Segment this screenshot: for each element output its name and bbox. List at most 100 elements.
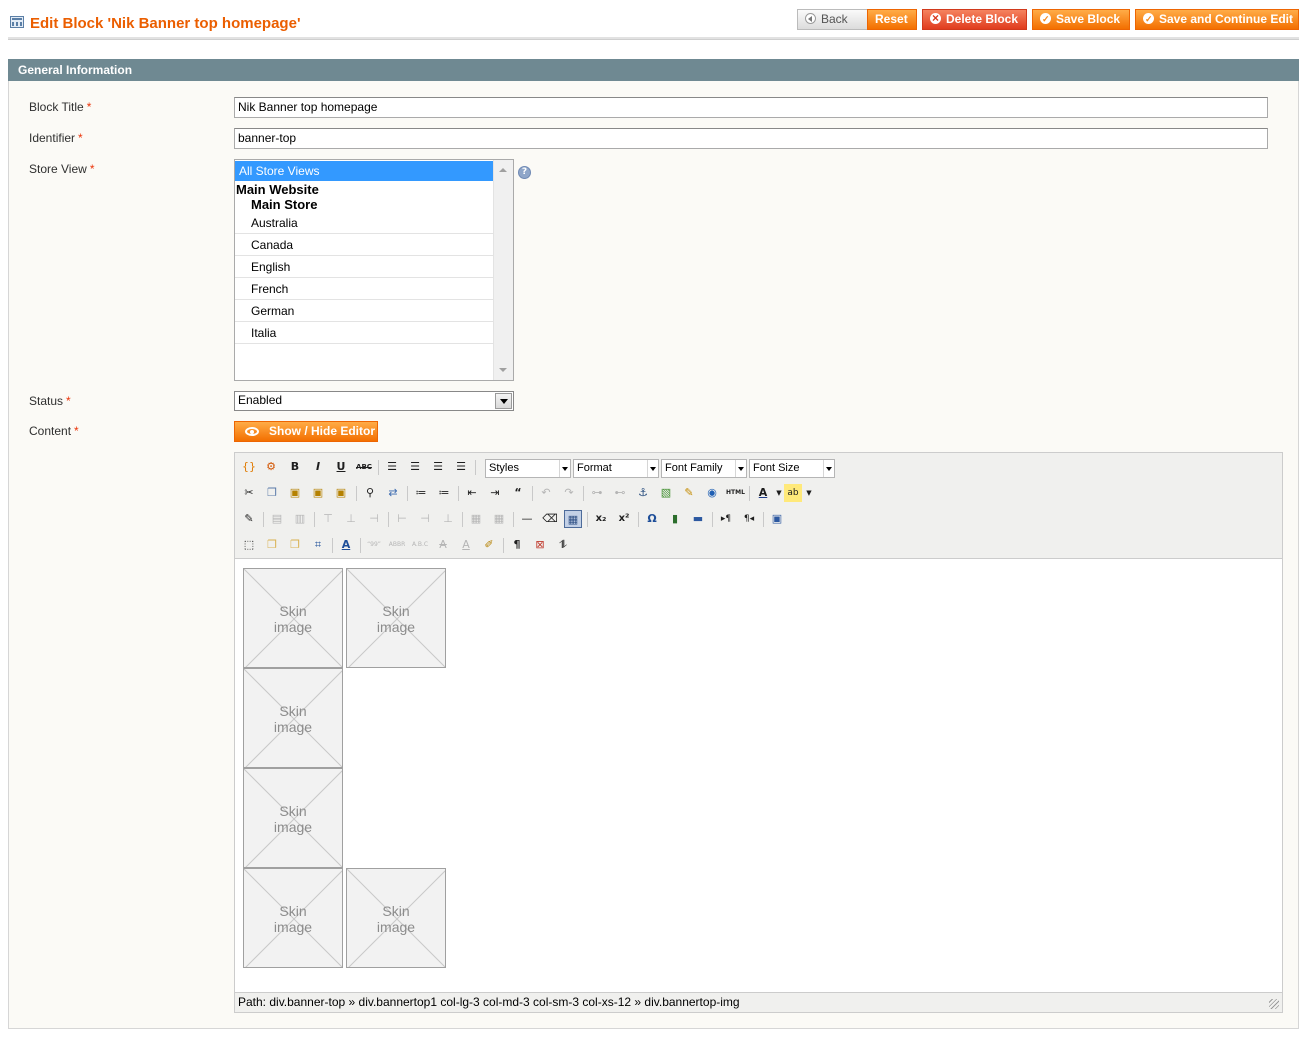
cut-icon[interactable]: ✂ (240, 484, 258, 502)
skin-image-placeholder[interactable]: Skin image (243, 868, 343, 968)
undo-icon[interactable]: ↶ (537, 484, 555, 502)
align-center-icon[interactable]: ☰ (406, 458, 424, 476)
unlink-icon[interactable]: ⊷ (611, 484, 629, 502)
underline-icon[interactable]: U (332, 458, 350, 476)
format-dropdown[interactable]: Format (573, 459, 659, 478)
save-block-button[interactable]: Save Block (1032, 9, 1130, 30)
media-icon[interactable]: ▮ (666, 510, 684, 528)
help-icon[interactable]: ? (518, 166, 531, 179)
resize-grip-icon[interactable] (1269, 999, 1279, 1009)
store-view-option[interactable]: Italia (235, 322, 494, 344)
table-row-props-icon[interactable]: ▤ (268, 510, 286, 528)
save-continue-button[interactable]: Save and Continue Edit (1135, 9, 1299, 30)
scrollbar[interactable] (493, 160, 513, 380)
font-size-dropdown[interactable]: Font Size (749, 459, 835, 478)
insert-row-after-icon[interactable]: ⊥ (342, 510, 360, 528)
element-path[interactable]: Path: div.banner-top » div.bannertop1 co… (238, 995, 740, 1009)
help-circle-icon[interactable]: ◉ (703, 484, 721, 502)
numbered-list-icon[interactable]: ≔ (435, 484, 453, 502)
absolute-position-icon[interactable]: ⌗ (309, 536, 327, 554)
copy-icon[interactable]: ❐ (263, 484, 281, 502)
paste-text-icon[interactable]: ▣ (309, 484, 327, 502)
insert-layer-icon[interactable]: ⬚ (240, 536, 258, 554)
outdent-icon[interactable]: ⇤ (463, 484, 481, 502)
insert-image-icon[interactable]: ▧ (657, 484, 675, 502)
fullscreen-icon[interactable]: ▣ (768, 510, 786, 528)
scroll-down-icon[interactable] (499, 368, 507, 372)
identifier-input[interactable]: banner-top (234, 128, 1268, 149)
bold-icon[interactable]: B (286, 458, 304, 476)
font-family-dropdown[interactable]: Font Family (661, 459, 747, 478)
merge-cells-icon[interactable]: ▦ (490, 510, 508, 528)
store-view-option[interactable]: German (235, 300, 494, 322)
cite-icon[interactable]: “99” (365, 536, 383, 554)
show-blocks-icon[interactable]: ¶ (508, 536, 526, 554)
blockquote-icon[interactable]: “ (509, 484, 527, 502)
italic-icon[interactable]: I (309, 458, 327, 476)
page-break-icon[interactable]: ⥮ (554, 536, 572, 554)
align-right-icon[interactable]: ☰ (429, 458, 447, 476)
attributes-icon[interactable]: ✐ (480, 536, 498, 554)
redo-icon[interactable]: ↷ (560, 484, 578, 502)
anchor-icon[interactable]: ⚓ (634, 484, 652, 502)
block-title-input[interactable]: Nik Banner top homepage (234, 97, 1268, 118)
ltr-icon[interactable]: ▸¶ (717, 510, 735, 528)
horizontal-rule-icon[interactable]: — (518, 510, 536, 528)
skin-image-placeholder[interactable]: Skin image (346, 868, 446, 968)
subscript-icon[interactable]: x₂ (592, 510, 610, 528)
store-view-option-all[interactable]: All Store Views (235, 161, 494, 181)
skin-image-placeholder[interactable]: Skin image (243, 668, 343, 768)
align-justify-icon[interactable]: ☰ (452, 458, 470, 476)
cleanup-icon[interactable]: ✎ (680, 484, 698, 502)
delete-row-icon[interactable]: ⊣ (365, 510, 383, 528)
paste-word-icon[interactable]: ▣ (332, 484, 350, 502)
non-breaking-icon[interactable]: ⊠ (531, 536, 549, 554)
remove-format-icon[interactable]: ⌫ (541, 510, 559, 528)
chevron-down-icon[interactable] (495, 393, 512, 409)
superscript-icon[interactable]: x² (615, 510, 633, 528)
bullet-list-icon[interactable]: ≔ (412, 484, 430, 502)
table-cell-props-icon[interactable]: ▥ (291, 510, 309, 528)
html-source-icon[interactable]: HTML (726, 484, 745, 502)
show-hide-editor-button[interactable]: Show / Hide Editor (234, 421, 378, 442)
acronym-icon[interactable]: A.B.C (411, 536, 429, 554)
store-view-multiselect[interactable]: All Store Views Main Website Main Store … (234, 159, 514, 381)
reset-button[interactable]: Reset (867, 9, 917, 30)
insert-col-before-icon[interactable]: ⊢ (393, 510, 411, 528)
edit-block-icon[interactable]: ✎ (240, 510, 258, 528)
insertion-icon[interactable]: A (457, 536, 475, 554)
move-forward-icon[interactable]: ❐ (263, 536, 281, 554)
abbr-icon[interactable]: ABBR (388, 536, 406, 554)
paste-icon[interactable]: ▣ (286, 484, 304, 502)
store-view-option[interactable]: Canada (235, 234, 494, 256)
insert-col-after-icon[interactable]: ⊣ (416, 510, 434, 528)
insert-variable-icon[interactable]: {} (240, 458, 258, 476)
styles-dropdown[interactable]: Styles (485, 459, 571, 478)
store-view-option[interactable]: French (235, 278, 494, 300)
deletion-icon[interactable]: A (434, 536, 452, 554)
store-view-option[interactable]: Australia (235, 212, 494, 234)
insert-widget-icon[interactable]: ⚙ (262, 458, 280, 476)
rtl-icon[interactable]: ¶◂ (740, 510, 758, 528)
replace-icon[interactable]: ⇄ (384, 484, 402, 502)
visual-aid-icon[interactable]: ▦ (564, 510, 582, 528)
back-button[interactable]: Back (797, 9, 868, 30)
skin-image-placeholder[interactable]: Skin image (243, 768, 343, 868)
style-props-icon[interactable]: A (337, 536, 355, 554)
strikethrough-icon[interactable]: ABC (355, 458, 373, 476)
editor-content-area[interactable]: Skin image Skin image Skin image Skin image … (235, 560, 1282, 992)
special-char-icon[interactable]: Ω (643, 510, 661, 528)
scroll-up-icon[interactable] (499, 168, 507, 172)
delete-block-button[interactable]: Delete Block (922, 9, 1027, 30)
align-left-icon[interactable]: ☰ (383, 458, 401, 476)
chevron-down-icon[interactable]: ▼ (800, 484, 818, 502)
find-icon[interactable]: ⚲ (361, 484, 379, 502)
split-cells-icon[interactable]: ▦ (467, 510, 485, 528)
indent-icon[interactable]: ⇥ (486, 484, 504, 502)
store-view-option[interactable]: English (235, 256, 494, 278)
skin-image-placeholder[interactable]: Skin image (243, 568, 343, 668)
status-select[interactable]: Enabled (234, 391, 514, 411)
insert-row-before-icon[interactable]: ⊤ (319, 510, 337, 528)
move-backward-icon[interactable]: ❐ (286, 536, 304, 554)
delete-col-icon[interactable]: ⊥ (439, 510, 457, 528)
